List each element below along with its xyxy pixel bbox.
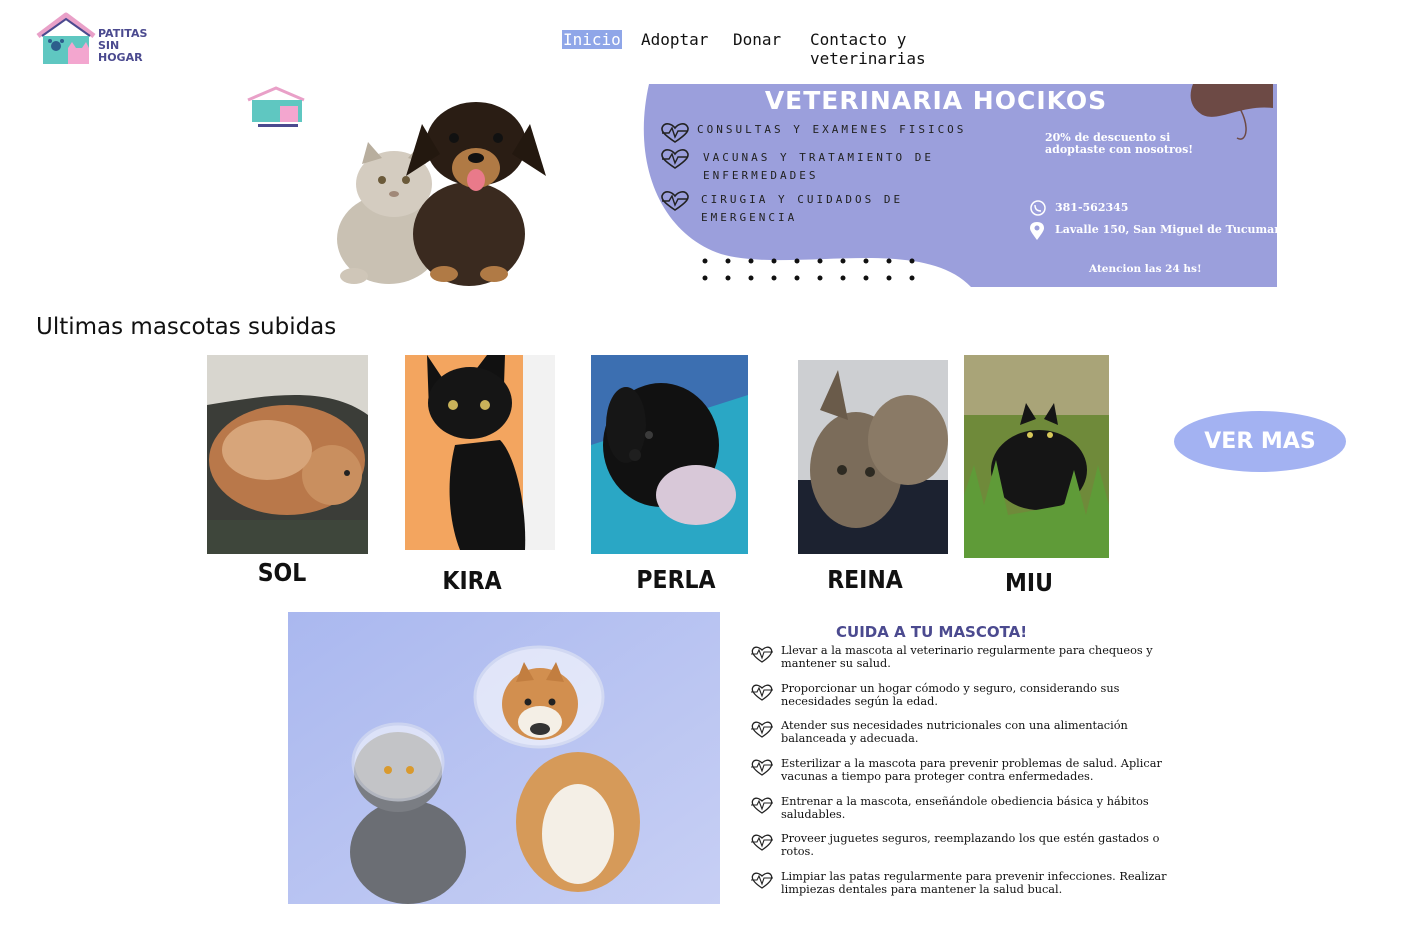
pet-photo-sol[interactable]	[207, 355, 368, 554]
heartbeat-icon	[751, 872, 773, 889]
pets-with-cones-image	[288, 612, 720, 904]
vet-hours: Atencion las 24 hs!	[1089, 263, 1202, 275]
care-tip-text: Proporcionar un hogar cómodo y seguro, c…	[781, 682, 1120, 708]
care-tip: Esterilizar a la mascota para prevenir p…	[750, 757, 1170, 787]
pet-photo-reina[interactable]	[798, 360, 948, 554]
cat-and-dog-illustration	[247, 86, 546, 286]
pet-card-kira[interactable]: KIRA	[405, 355, 555, 600]
pet-name-miu: MIU	[1005, 569, 1053, 598]
brand-name-line2: SIN HOGAR	[98, 39, 143, 64]
care-tip: Limpiar las patas regularmente para prev…	[750, 870, 1170, 900]
care-tip-text: Entrenar a la mascota, enseñándole obedi…	[781, 795, 1149, 821]
cat-photo	[405, 355, 555, 550]
heartbeat-icon	[751, 721, 773, 738]
pet-card-miu[interactable]: MIU	[964, 355, 1109, 600]
pet-name-sol: SOL	[257, 559, 307, 588]
heartbeat-icon	[751, 684, 773, 701]
care-tip: Proveer juguetes seguros, reemplazando l…	[750, 832, 1170, 862]
care-tip-text: Atender sus necesidades nutricionales co…	[781, 719, 1128, 745]
nav-contacto[interactable]: Contacto y veterinarias	[810, 30, 940, 68]
brand-name: PATITAS SIN HOGAR	[98, 28, 164, 64]
location-pin-icon	[1030, 222, 1044, 240]
pet-card-sol[interactable]: SOL	[207, 355, 368, 595]
vet-ad[interactable]: VETERINARIA HOCIKOS CONSULTAS Y EXAMENES…	[641, 84, 1277, 287]
heartbeat-icon	[751, 646, 773, 663]
care-tip-text: Limpiar las patas regularmente para prev…	[781, 870, 1167, 896]
care-tip-text: Proveer juguetes seguros, reemplazando l…	[781, 832, 1160, 858]
heartbeat-icon	[751, 834, 773, 851]
heartbeat-icon	[751, 797, 773, 814]
care-tip-text: Esterilizar a la mascota para prevenir p…	[781, 757, 1162, 783]
vet-address: Lavalle 150, San Miguel de Tucuman	[1055, 223, 1277, 236]
vet-service-3: CIRUGIA Y CUIDADOS DE EMERGENCIA	[701, 193, 904, 224]
pet-photo-kira[interactable]	[405, 355, 555, 550]
vet-service-2: VACUNAS Y TRATAMIENTO DE ENFERMEDADES	[703, 151, 934, 182]
nav-donar[interactable]: Donar	[733, 30, 781, 49]
house-logo-icon	[36, 12, 96, 64]
heartbeat-icon	[751, 759, 773, 776]
heartbeat-icon	[661, 123, 689, 143]
care-tip: Llevar a la mascota al veterinario regul…	[750, 644, 1170, 674]
pet-card-reina[interactable]: REINA	[798, 360, 948, 600]
cat-photo	[798, 360, 948, 554]
hero-pets-image	[244, 84, 644, 287]
cat-photo	[964, 355, 1109, 558]
pet-card-perla[interactable]: PERLA	[591, 355, 748, 600]
phone-icon	[1030, 200, 1046, 216]
dog-photo	[207, 355, 368, 554]
pet-name-kira: KIRA	[442, 567, 502, 596]
dog-photo	[591, 355, 748, 554]
heartbeat-icon	[661, 191, 689, 211]
latest-pets-title: Ultimas mascotas subidas	[36, 314, 337, 340]
pet-photo-miu[interactable]	[964, 355, 1109, 558]
vet-service-1: CONSULTAS Y EXAMENES FISICOS	[697, 123, 967, 136]
ver-mas-button[interactable]: VER MAS	[1174, 411, 1346, 472]
logo[interactable]: PATITAS SIN HOGAR	[34, 12, 164, 68]
vet-title: VETERINARIA HOCIKOS	[764, 86, 1108, 115]
hero-banner: VETERINARIA HOCIKOS CONSULTAS Y EXAMENES…	[244, 84, 1277, 287]
heartbeat-icon	[661, 149, 689, 169]
pet-photo-perla[interactable]	[591, 355, 748, 554]
care-title: CUIDA A TU MASCOTA!	[836, 623, 1028, 641]
care-tip: Atender sus necesidades nutricionales co…	[750, 719, 1170, 749]
pet-name-perla: PERLA	[636, 566, 716, 595]
vet-promo: 20% de descuento si adoptaste con nosotr…	[1045, 131, 1194, 156]
care-tip: Proporcionar un hogar cómodo y seguro, c…	[750, 682, 1170, 712]
pet-name-reina: REINA	[827, 566, 903, 595]
care-tip-text: Llevar a la mascota al veterinario regul…	[781, 644, 1153, 670]
nav-adoptar[interactable]: Adoptar	[641, 30, 708, 49]
nav-inicio[interactable]: Inicio	[562, 30, 622, 49]
vet-phone: 381-562345	[1055, 201, 1129, 214]
care-photo	[288, 612, 720, 904]
care-tip: Entrenar a la mascota, enseñándole obedi…	[750, 795, 1170, 825]
